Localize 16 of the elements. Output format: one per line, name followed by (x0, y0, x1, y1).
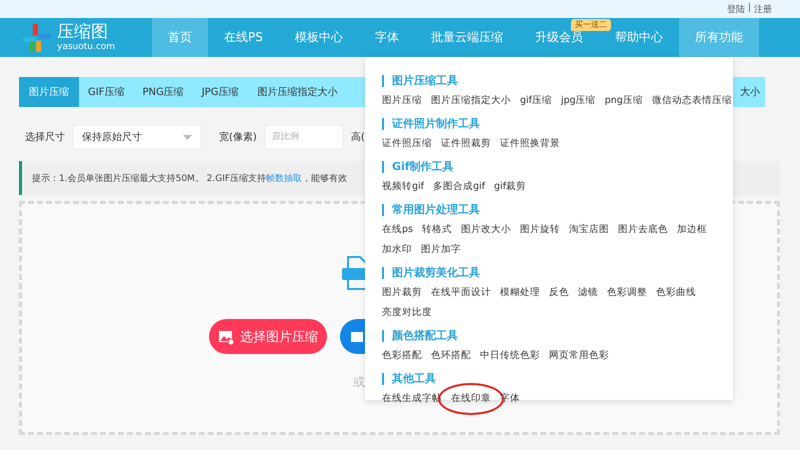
section-title: 图片裁剪美化工具 (382, 267, 723, 279)
section-title: 图片压缩工具 (382, 75, 723, 87)
section-title: 颜色搭配工具 (382, 330, 723, 342)
logo-domain: yasuotu.com (57, 42, 116, 52)
or-text: 或 (353, 374, 365, 391)
separator-text: | (748, 2, 751, 14)
logo-title: 压缩图 (57, 24, 109, 40)
height-label: 高( (350, 130, 365, 144)
section-title: 常用图片处理工具 (382, 204, 723, 216)
width-label: 宽(像素) (219, 130, 257, 144)
section-title: 其他工具 (382, 373, 723, 385)
section-title: Gif制作工具 (382, 161, 723, 173)
size-label: 选择尺寸 (25, 130, 65, 144)
promo-badge: 买一送二 (571, 19, 611, 31)
section-title: 证件照片制作工具 (382, 118, 723, 130)
hint-text: 提示：1.会员单张图片压缩最大支持50M。 2.GIF压缩支持帧数抽取，能够有效 (32, 172, 348, 184)
